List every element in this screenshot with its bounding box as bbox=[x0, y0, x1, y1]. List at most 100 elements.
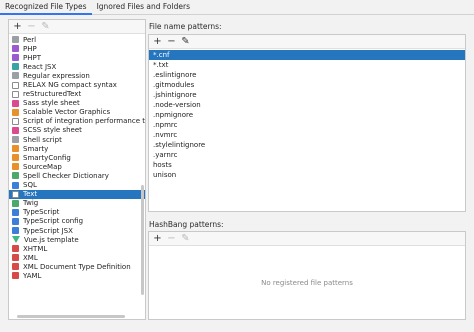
file-type-label: TypeScript config bbox=[23, 217, 84, 226]
file-type-row[interactable]: SourceMap bbox=[9, 162, 145, 171]
file-types-list[interactable]: Perl PHP PHPT React JSX Regular expression RE… bbox=[9, 35, 145, 319]
add-hashbang-button[interactable]: + bbox=[153, 234, 162, 244]
file-type-row[interactable]: Twig bbox=[9, 199, 145, 208]
file-types-toolbar: + − ✎ bbox=[9, 20, 145, 34]
sql-icon bbox=[12, 181, 19, 189]
dictionary-icon bbox=[12, 172, 19, 180]
add-file-type-button[interactable]: + bbox=[13, 22, 22, 32]
relax-ng-icon bbox=[12, 81, 19, 89]
file-type-label: XML Document Type Definition bbox=[23, 262, 131, 271]
smarty-config-icon bbox=[12, 154, 19, 162]
file-type-label: XHTML bbox=[23, 244, 48, 253]
pattern-row[interactable]: .npmrc bbox=[149, 120, 465, 130]
file-type-label: XML bbox=[23, 253, 38, 262]
pattern-row[interactable]: hosts bbox=[149, 160, 465, 170]
file-type-label: Regular expression bbox=[23, 71, 90, 80]
file-type-label: Smarty bbox=[23, 144, 49, 153]
file-type-label: Shell script bbox=[23, 135, 62, 144]
file-name-patterns-list[interactable]: *.cnf *.txt .eslintignore .gitmodules .jshin… bbox=[149, 49, 465, 180]
file-name-patterns-toolbar: + − ✎ bbox=[149, 35, 465, 49]
phpt-icon bbox=[12, 54, 19, 62]
twig-icon bbox=[12, 199, 19, 207]
remove-pattern-button[interactable]: − bbox=[167, 37, 176, 47]
pattern-row[interactable]: .npmignore bbox=[149, 110, 465, 120]
yaml-icon bbox=[12, 272, 19, 280]
file-type-label: Spell Checker Dictionary bbox=[23, 171, 109, 180]
vue-icon bbox=[12, 236, 20, 244]
tsx-icon bbox=[12, 227, 19, 235]
add-pattern-button[interactable]: + bbox=[153, 37, 162, 47]
file-type-row[interactable]: React JSX bbox=[9, 62, 145, 71]
remove-file-type-button[interactable]: − bbox=[27, 22, 36, 32]
file-type-row[interactable]: TypeScript bbox=[9, 208, 145, 217]
file-type-label: TypeScript bbox=[23, 208, 60, 217]
file-type-row[interactable]: Perl bbox=[9, 35, 145, 44]
file-type-row[interactable]: XML Document Type Definition bbox=[9, 262, 145, 271]
file-type-row[interactable]: Scalable Vector Graphics bbox=[9, 108, 145, 117]
scss-icon bbox=[12, 126, 19, 134]
file-type-row[interactable]: Spell Checker Dictionary bbox=[9, 171, 145, 180]
file-type-row[interactable]: XML bbox=[9, 253, 145, 262]
php-icon bbox=[12, 45, 19, 53]
scrollbar-thumb[interactable] bbox=[141, 185, 144, 295]
file-type-row[interactable]: TypeScript config bbox=[9, 217, 145, 226]
file-type-label: SmartyConfig bbox=[23, 153, 71, 162]
pattern-row[interactable]: .nvmrc bbox=[149, 130, 465, 140]
file-type-row[interactable]: TypeScript JSX bbox=[9, 226, 145, 235]
file-type-row[interactable]: XHTML bbox=[9, 244, 145, 253]
file-type-label: YAML bbox=[23, 271, 42, 280]
remove-hashbang-button[interactable]: − bbox=[167, 234, 176, 244]
file-type-row[interactable]: reStructuredText bbox=[9, 90, 145, 99]
edit-pattern-button[interactable]: ✎ bbox=[181, 37, 190, 47]
file-type-label: reStructuredText bbox=[23, 90, 82, 99]
file-type-row[interactable]: SCSS style sheet bbox=[9, 126, 145, 135]
file-type-row[interactable]: Regular expression bbox=[9, 71, 145, 80]
xml-icon bbox=[12, 254, 19, 262]
file-type-label: Twig bbox=[23, 199, 39, 208]
edit-hashbang-button[interactable]: ✎ bbox=[181, 234, 190, 244]
file-type-row[interactable]: Script of integration performance t bbox=[9, 117, 145, 126]
dtd-icon bbox=[12, 263, 19, 271]
file-type-label: SCSS style sheet bbox=[23, 126, 82, 135]
pattern-row[interactable]: .node-version bbox=[149, 100, 465, 110]
svg-icon bbox=[12, 108, 19, 116]
file-type-row[interactable]: SmartyConfig bbox=[9, 153, 145, 162]
pattern-row[interactable]: .jshintignore bbox=[149, 90, 465, 100]
horizontal-scrollbar[interactable] bbox=[17, 315, 125, 318]
pattern-row[interactable]: .gitmodules bbox=[149, 80, 465, 90]
file-type-row[interactable]: Sass style sheet bbox=[9, 99, 145, 108]
file-type-row[interactable]: SQL bbox=[9, 181, 145, 190]
file-type-row[interactable]: Shell script bbox=[9, 135, 145, 144]
rst-icon bbox=[12, 90, 19, 98]
tab-recognized-file-types[interactable]: Recognized File Types bbox=[0, 0, 92, 15]
pattern-row[interactable]: .eslintignore bbox=[149, 70, 465, 80]
shell-icon bbox=[12, 136, 19, 144]
pattern-row[interactable]: unison bbox=[149, 170, 465, 180]
file-type-row[interactable]: Text bbox=[9, 189, 145, 199]
file-type-label: Scalable Vector Graphics bbox=[23, 108, 111, 117]
file-types-scrollbar[interactable] bbox=[140, 35, 145, 319]
file-type-row[interactable]: YAML bbox=[9, 271, 145, 280]
file-type-label: TypeScript JSX bbox=[23, 226, 73, 235]
pattern-row[interactable]: .stylelintignore bbox=[149, 140, 465, 150]
file-type-label: RELAX NG compact syntax bbox=[23, 81, 117, 90]
script-icon bbox=[12, 117, 19, 125]
file-type-row[interactable]: PHP bbox=[9, 44, 145, 53]
file-type-row[interactable]: PHPT bbox=[9, 53, 145, 62]
file-type-row[interactable]: Smarty bbox=[9, 144, 145, 153]
edit-file-type-button[interactable]: ✎ bbox=[41, 22, 50, 32]
file-type-label: Perl bbox=[23, 35, 37, 44]
file-type-label: Vue.js template bbox=[24, 235, 79, 244]
file-type-label: React JSX bbox=[23, 62, 57, 71]
tab-bar: Recognized File Types Ignored Files and … bbox=[0, 0, 474, 15]
regex-icon bbox=[12, 72, 19, 80]
tab-ignored-files-and-folders[interactable]: Ignored Files and Folders bbox=[92, 0, 195, 15]
file-type-row[interactable]: RELAX NG compact syntax bbox=[9, 80, 145, 89]
file-type-row[interactable]: Vue.js template bbox=[9, 235, 145, 244]
sourcemap-icon bbox=[12, 163, 19, 171]
pattern-row[interactable]: *.cnf bbox=[149, 50, 465, 60]
pattern-row[interactable]: .yarnrc bbox=[149, 150, 465, 160]
file-type-label: SourceMap bbox=[23, 162, 62, 171]
pattern-row[interactable]: *.txt bbox=[149, 60, 465, 70]
hashbang-patterns-label: HashBang patterns: bbox=[149, 220, 224, 229]
